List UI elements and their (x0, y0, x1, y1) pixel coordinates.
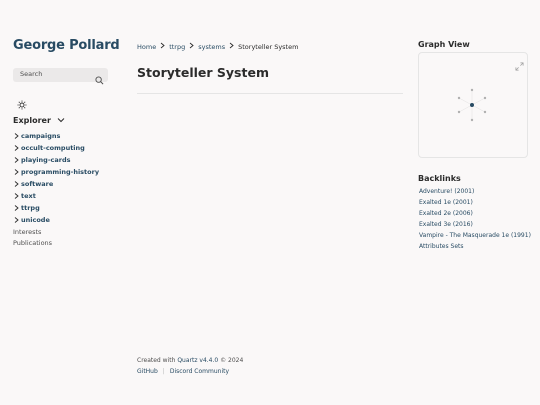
backlink-item[interactable]: Exalted 2e (2006) (419, 208, 531, 219)
folder-label: programming-history (21, 168, 100, 176)
file-interests[interactable]: Interests (13, 226, 99, 237)
breadcrumb-separator-icon (229, 42, 234, 51)
github-link[interactable]: GitHub (137, 368, 158, 375)
folder-programming-history[interactable]: programming-history (13, 166, 99, 178)
chevron-right-icon (14, 205, 19, 211)
chevron-right-icon (14, 145, 19, 151)
footer-created-prefix: Created with (137, 357, 176, 364)
folder-label: playing-cards (21, 156, 71, 164)
backlink-item[interactable]: Exalted 3e (2016) (419, 219, 531, 230)
content-divider (137, 93, 403, 94)
search-placeholder: Search (20, 70, 43, 78)
folder-label: occult-computing (21, 144, 85, 152)
folder-label: unicode (21, 216, 50, 224)
folder-ttrpg[interactable]: ttrpg (13, 202, 99, 214)
graph-node (457, 110, 461, 114)
graph-node (470, 88, 474, 92)
footer-created-suffix: © 2024 (220, 357, 244, 364)
footer-credit: Created with Quartz v4.4.0 © 2024 (137, 357, 243, 364)
expand-graph-icon[interactable] (515, 56, 524, 75)
chevron-right-icon (14, 193, 19, 199)
chevron-down-icon (57, 116, 65, 125)
folder-label: text (21, 192, 36, 200)
footer-divider: | (162, 368, 165, 375)
breadcrumb-separator-icon (160, 42, 165, 51)
folder-unicode[interactable]: unicode (13, 214, 99, 226)
breadcrumb-current: Storyteller System (238, 42, 299, 51)
folder-playing-cards[interactable]: playing-cards (13, 154, 99, 166)
page-title: Storyteller System (137, 65, 269, 80)
graph-node (470, 118, 474, 122)
quartz-link[interactable]: Quartz v4.4.0 (177, 357, 218, 364)
search-bar[interactable]: Search (13, 68, 108, 85)
graph-node (483, 110, 487, 114)
graph-node (483, 96, 487, 100)
backlinks-list: Adventure! (2001) Exalted 1e (2001) Exal… (419, 186, 531, 252)
breadcrumb-systems[interactable]: systems (198, 43, 225, 51)
explorer-tree: campaigns occult-computing playing-cards… (13, 130, 99, 248)
site-title[interactable]: George Pollard (13, 38, 120, 53)
folder-occult-computing[interactable]: occult-computing (13, 142, 99, 154)
chevron-right-icon (14, 181, 19, 187)
folder-campaigns[interactable]: campaigns (13, 130, 99, 142)
graph-view-title: Graph View (418, 40, 470, 49)
folder-label: software (21, 180, 54, 188)
graph-node-current (470, 103, 474, 107)
explorer-title: Explorer (13, 116, 51, 125)
footer-links: GitHub | Discord Community (137, 368, 229, 375)
backlink-item[interactable]: Adventure! (2001) (419, 186, 531, 197)
breadcrumb-home[interactable]: Home (137, 43, 156, 51)
backlinks-title: Backlinks (418, 174, 461, 183)
chevron-right-icon (14, 157, 19, 163)
folder-label: campaigns (21, 132, 61, 140)
graph-canvas[interactable] (419, 53, 527, 157)
folder-software[interactable]: software (13, 178, 99, 190)
folder-label: ttrpg (21, 204, 40, 212)
graph-view[interactable] (418, 52, 528, 158)
backlink-item[interactable]: Exalted 1e (2001) (419, 197, 531, 208)
explorer-toggle[interactable]: Explorer (13, 116, 65, 125)
chevron-right-icon (14, 133, 19, 139)
breadcrumb: Home ttrpg systems Storyteller System (137, 42, 298, 51)
backlink-item[interactable]: Attributes Sets (419, 241, 531, 252)
chevron-right-icon (14, 217, 19, 223)
chevron-right-icon (14, 169, 19, 175)
file-publications[interactable]: Publications (13, 237, 99, 248)
folder-text[interactable]: text (13, 190, 99, 202)
breadcrumb-ttrpg[interactable]: ttrpg (169, 43, 185, 51)
search-icon[interactable] (95, 70, 104, 89)
discord-link[interactable]: Discord Community (170, 368, 229, 375)
breadcrumb-separator-icon (189, 42, 194, 51)
graph-node (457, 96, 461, 100)
theme-toggle-sun-icon[interactable] (17, 95, 27, 114)
backlink-item[interactable]: Vampire - The Masquerade 1e (1991) (419, 230, 531, 241)
